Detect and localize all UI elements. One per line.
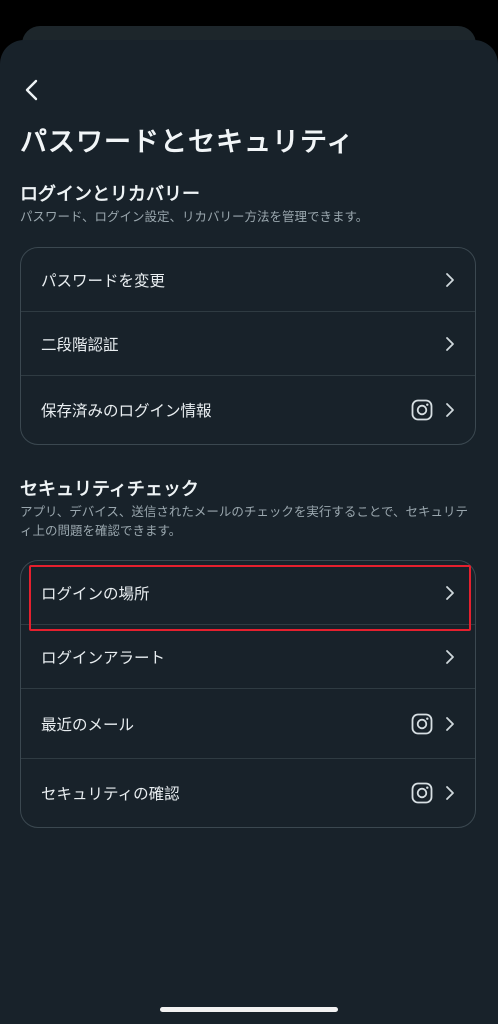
menu-item-label: 保存済みのログイン情報 (41, 402, 212, 420)
chevron-right-icon (445, 716, 455, 732)
menu-item-security-checkup[interactable]: セキュリティの確認 (21, 759, 475, 827)
chevron-right-icon (445, 336, 455, 352)
menu-item-label: ログインアラート (41, 648, 166, 667)
back-button[interactable] (18, 76, 46, 104)
page-title: パスワードとセキュリティ (20, 127, 355, 158)
menu-item-recent-emails[interactable]: 最近のメール (21, 689, 475, 759)
menu-item-label: 最近のメール (41, 715, 135, 734)
menu-item-login-alerts[interactable]: ログインアラート (21, 625, 475, 689)
chevron-right-icon (445, 785, 455, 801)
section-description-login: パスワード、ログイン設定、リカバリー方法を管理できます。 (20, 209, 369, 224)
menu-item-label: 二段階認証 (41, 335, 119, 354)
instagram-icon (411, 782, 433, 804)
chevron-right-icon (445, 402, 455, 418)
menu-item-change-password[interactable]: パスワードを変更 (21, 248, 475, 312)
instagram-icon (411, 713, 433, 735)
chevron-right-icon (445, 272, 455, 288)
menu-item-label: セキュリティの確認 (41, 785, 180, 803)
menu-item-saved-login[interactable]: 保存済みのログイン情報 (21, 376, 475, 444)
menu-item-login-location[interactable]: ログインの場所 (21, 561, 475, 625)
home-indicator (160, 1007, 338, 1012)
menu-item-label: ログインの場所 (41, 584, 150, 603)
chevron-right-icon (445, 585, 455, 601)
section-title-security: セキュリティチェック (20, 479, 199, 500)
chevron-right-icon (445, 649, 455, 665)
security-check-group: ログインの場所 ログインアラート 最近のメール セキュリティの確認 (20, 560, 476, 828)
login-settings-group: パスワードを変更 二段階認証 保存済みのログイン情報 (20, 247, 476, 445)
instagram-icon (411, 399, 433, 421)
menu-item-two-factor[interactable]: 二段階認証 (21, 312, 475, 376)
section-description-security: アプリ、デバイス、送信されたメールのチェックを実行することで、セキュリティ上の問… (20, 504, 469, 538)
section-title-login: ログインとリカバリー (20, 184, 200, 205)
menu-item-label: パスワードを変更 (41, 271, 166, 290)
chevron-left-icon (25, 79, 38, 101)
